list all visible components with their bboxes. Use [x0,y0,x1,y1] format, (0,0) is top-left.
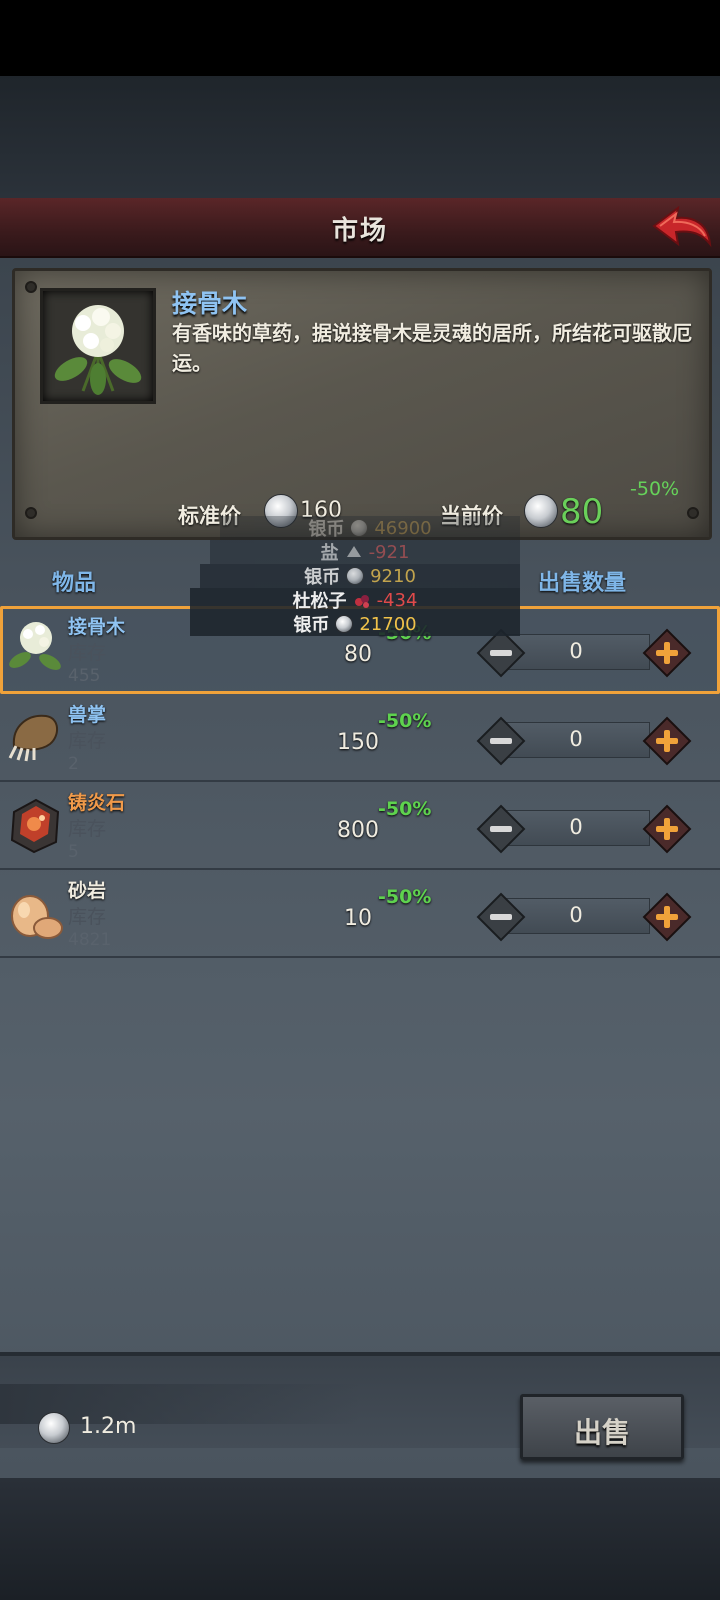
transaction-line: 银币 9210 [200,564,520,588]
transaction-line: 银币 46900 [220,516,520,540]
pin-icon [25,281,37,293]
transaction-value: 21700 [359,613,417,635]
sandstone-icon [11,895,63,939]
transaction-label: 盐 [320,543,339,564]
transaction-label: 银币 [293,615,330,636]
sell-button[interactable]: 出售 [520,1394,684,1460]
stock-value: 5 [68,842,79,862]
minus-button[interactable] [476,892,526,942]
stock-value: 4821 [68,930,112,950]
silver-coin-icon [346,567,365,585]
silver-coin-icon [335,615,354,633]
current-price-value: 80 [560,492,604,532]
item-name: 接骨木 [68,616,126,638]
sell-button-label: 出售 [573,1416,630,1449]
elderflower-icon [54,305,142,395]
item-price: 10 [344,906,372,931]
transaction-label: 杜松子 [292,591,347,612]
title-bar: 市场 [0,198,720,258]
item-discount: -50% [378,886,432,908]
item-price: 150 [337,730,379,755]
detail-item-name: 接骨木 [172,289,248,318]
salt-icon [346,546,361,557]
back-arrow-icon[interactable] [650,206,714,252]
pin-icon [687,507,699,519]
pin-icon [25,507,37,519]
item-name: 砂岩 [68,880,107,902]
juniper-icon [354,595,369,608]
silver-coin-icon [350,519,369,537]
silver-coin-icon [38,1412,70,1444]
transaction-line: 银币 21700 [190,612,520,636]
item-name: 兽掌 [68,704,107,726]
stock-label: 库存 [68,818,107,840]
transaction-value: -921 [368,541,410,563]
column-header-sell-qty: 出售数量 [538,571,627,596]
bottom-backdrop [0,1478,720,1600]
item-price: 80 [344,642,372,667]
flame-ore-icon [10,798,60,854]
transaction-value: 9210 [370,565,416,587]
plus-button[interactable] [642,716,692,766]
top-backdrop [0,76,720,198]
item-discount: -50% [378,798,432,820]
status-bar [0,0,720,76]
transaction-value: 46900 [374,517,432,539]
detail-item-description: 有香味的草药，据说接骨木是灵魂的居所，所结花可驱散厄运。 [172,321,692,375]
transaction-line: 盐 -921 [210,540,520,564]
page-title: 市场 [331,216,388,246]
stock-value: 455 [68,666,101,686]
silver-coin-icon [524,494,558,528]
beast-paw-icon [8,714,58,762]
elderflower-icon [9,622,61,670]
plus-button[interactable] [642,892,692,942]
item-name: 铸炎石 [68,792,126,814]
item-discount: -50% [378,710,432,732]
stock-label: 库存 [68,730,107,752]
stock-label: 库存 [68,906,107,928]
plus-button[interactable] [642,804,692,854]
item-detail-image [40,288,156,404]
column-header-item: 物品 [52,571,97,596]
transaction-label: 银币 [308,519,345,540]
minus-button[interactable] [476,804,526,854]
minus-button[interactable] [476,716,526,766]
transaction-value: -434 [376,589,418,611]
detail-discount: -50% [630,478,680,500]
plus-button[interactable] [642,628,692,678]
transaction-line: 杜松子 -434 [190,588,520,612]
stock-value: 2 [68,754,79,774]
transaction-label: 银币 [304,567,341,588]
stock-label: 库存 [68,642,107,664]
money-amount: 1.2m [80,1414,137,1439]
item-price: 800 [337,818,379,843]
